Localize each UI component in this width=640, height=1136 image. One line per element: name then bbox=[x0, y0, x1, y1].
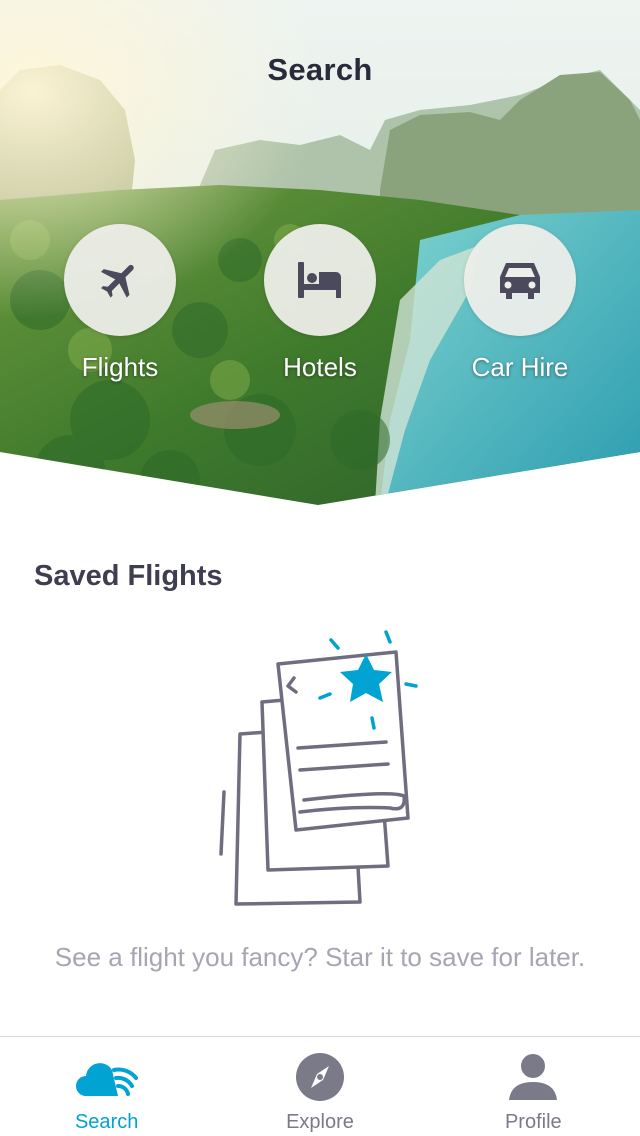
tab-bar: Search Explore Profile bbox=[0, 1036, 640, 1136]
flights-label: Flights bbox=[81, 352, 159, 382]
bed-icon bbox=[298, 262, 341, 298]
tab-search[interactable]: Search bbox=[0, 1037, 213, 1136]
tab-profile[interactable]: Profile bbox=[427, 1037, 640, 1136]
person-icon bbox=[498, 1051, 568, 1103]
starred-tickets-icon bbox=[219, 630, 418, 906]
compass-icon bbox=[285, 1051, 355, 1103]
page-title: Search bbox=[267, 52, 373, 87]
car-hire-button[interactable]: Car Hire bbox=[435, 224, 605, 383]
flights-circle[interactable] bbox=[64, 224, 176, 336]
tab-explore-label: Explore bbox=[286, 1111, 354, 1133]
car-hire-circle[interactable] bbox=[464, 224, 576, 336]
saved-flights-title: Saved Flights bbox=[34, 560, 223, 592]
skyscanner-cloud-icon bbox=[72, 1051, 142, 1103]
tab-search-label: Search bbox=[74, 1111, 139, 1133]
saved-flights-empty-message: See a flight you fancy? Star it to save … bbox=[54, 942, 586, 972]
tab-profile-label: Profile bbox=[504, 1111, 562, 1133]
airplane-icon bbox=[101, 264, 134, 298]
hotels-circle[interactable] bbox=[264, 224, 376, 336]
tab-explore[interactable]: Explore bbox=[213, 1037, 426, 1136]
hotels-button[interactable]: Hotels bbox=[235, 224, 405, 383]
car-icon bbox=[500, 263, 540, 299]
hero-banner: Search Flights Hotels Car Hire bbox=[0, 0, 640, 505]
flights-button[interactable]: Flights bbox=[35, 224, 205, 383]
hotels-label: Hotels bbox=[283, 352, 357, 382]
car-hire-label: Car Hire bbox=[471, 352, 569, 382]
